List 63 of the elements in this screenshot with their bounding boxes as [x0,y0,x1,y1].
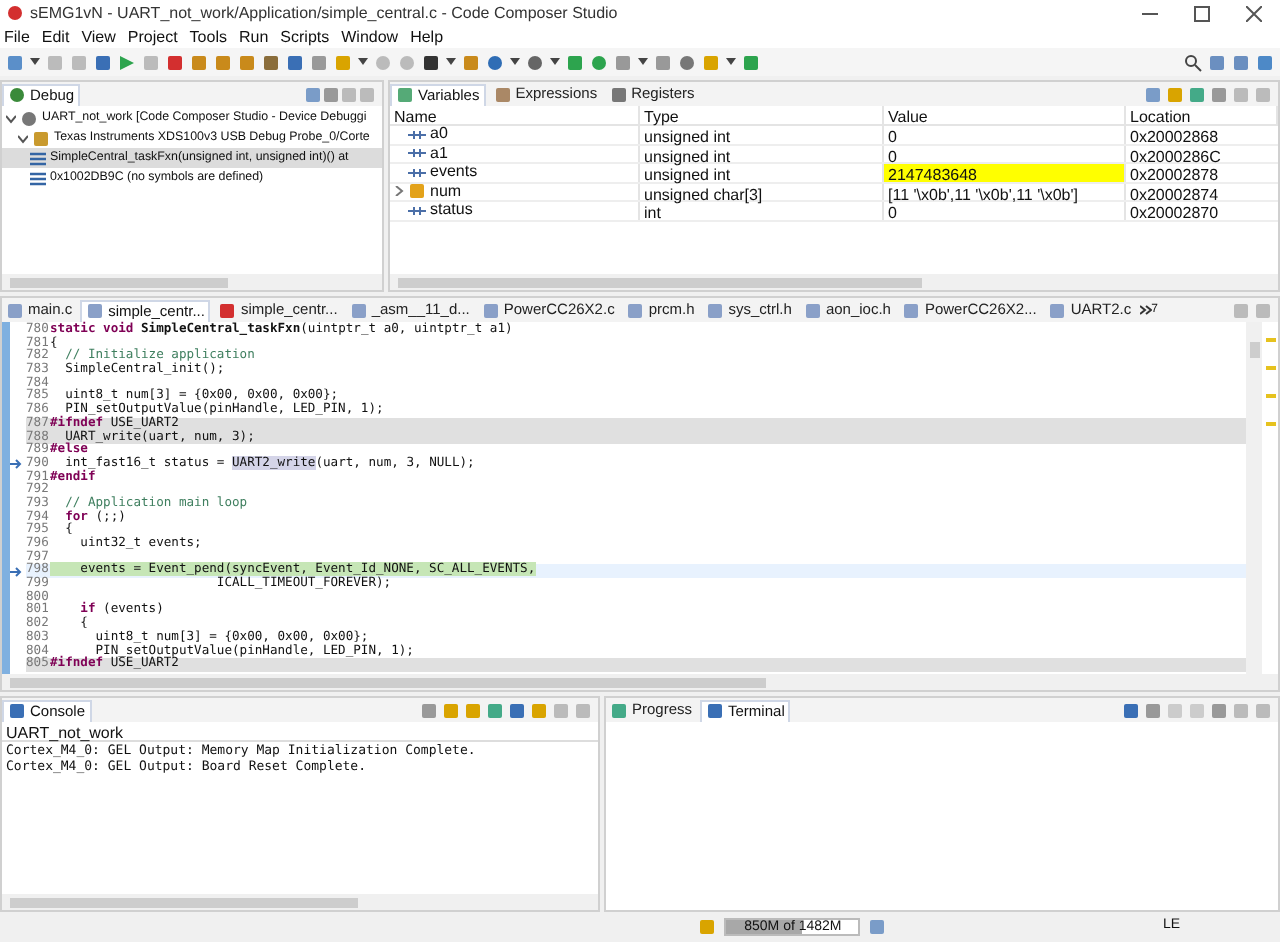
dropdown-caret-icon[interactable] [510,58,520,66]
overview-mark[interactable] [1265,338,1275,342]
table-cell: unsigned int [640,145,884,162]
chevron-icon[interactable] [18,133,28,143]
dropdown-caret-icon[interactable] [446,58,456,66]
variable-icon [408,167,426,178]
table-cell-text: 0x2000286C [1128,145,1223,162]
variable-name: a1 [430,141,448,166]
resume-icon[interactable] [118,53,136,71]
dropdown-caret-icon[interactable] [30,58,40,66]
table-cell: int [640,202,884,219]
horizontal-scrollbar[interactable] [2,894,598,910]
variable-name: events [430,160,478,185]
column-header[interactable]: Location [1126,106,1278,124]
horizontal-scrollbar[interactable] [2,674,1278,690]
variable-name: num [430,179,462,203]
search-icon[interactable] [1184,53,1202,71]
overview-mark[interactable] [1265,366,1275,370]
table-cell: 2147483648 [884,164,1126,181]
dropdown-caret-icon[interactable] [638,58,648,66]
chevron-icon[interactable] [1139,304,1152,316]
table-cell: unsigned int [640,126,884,143]
table-cell-text: 0x20002878 [1128,164,1221,181]
menu-item[interactable]: Scripts [280,25,330,49]
column-header[interactable]: Name [390,106,640,124]
chevron-icon[interactable] [6,113,16,123]
menu-item[interactable]: View [81,25,116,49]
dropdown-caret-icon[interactable] [358,58,368,66]
variable-name: a0 [430,123,448,147]
variable-icon [408,205,426,216]
variable-icon [408,148,426,159]
menu-item[interactable]: File [4,25,30,49]
variable-name: status [430,198,473,223]
app-logo-icon [6,4,24,22]
table-cell-text: 0x20002868 [1128,126,1221,143]
stack-frame-icon [30,151,46,165]
window-title: sEMG1vN - UART_not_work/Application/simple_central.c - Code Composer Studio [30,1,618,25]
horizontal-scrollbar[interactable] [2,274,382,290]
table-cell-text: 0x20002870 [1128,202,1221,219]
table-cell: [11 '\x0b',11 '\x0b',11 '\x0b'] [884,183,1126,200]
menu-item[interactable]: Run [238,25,269,49]
menu-item[interactable]: Edit [41,25,70,49]
table-cell-text: 0x20002874 [1128,183,1221,200]
horizontal-scrollbar[interactable] [390,274,1278,290]
console-title: UART_not_work [2,722,598,742]
dropdown-caret-icon[interactable] [550,58,560,66]
column-header[interactable]: Value [884,106,1126,124]
table-cell: 0 [884,126,1126,143]
vertical-scrollbar[interactable] [1246,322,1262,674]
dropdown-caret-icon[interactable] [726,58,736,66]
table-cell: 0 [884,202,1126,219]
overview-mark[interactable] [1265,422,1275,426]
column-header[interactable]: Type [640,106,884,124]
menu-item[interactable]: Tools [189,25,227,49]
stack-frame-icon [30,171,46,185]
menu-item[interactable]: Window [341,25,399,49]
menu-item[interactable]: Help [410,25,444,49]
overview-mark[interactable] [1265,394,1275,398]
close-icon[interactable] [1246,5,1262,21]
variable-icon [408,129,426,140]
menu-item[interactable]: Project [127,25,178,49]
table-cell: unsigned char[3] [640,183,884,200]
table-cell: 0 [884,145,1126,162]
